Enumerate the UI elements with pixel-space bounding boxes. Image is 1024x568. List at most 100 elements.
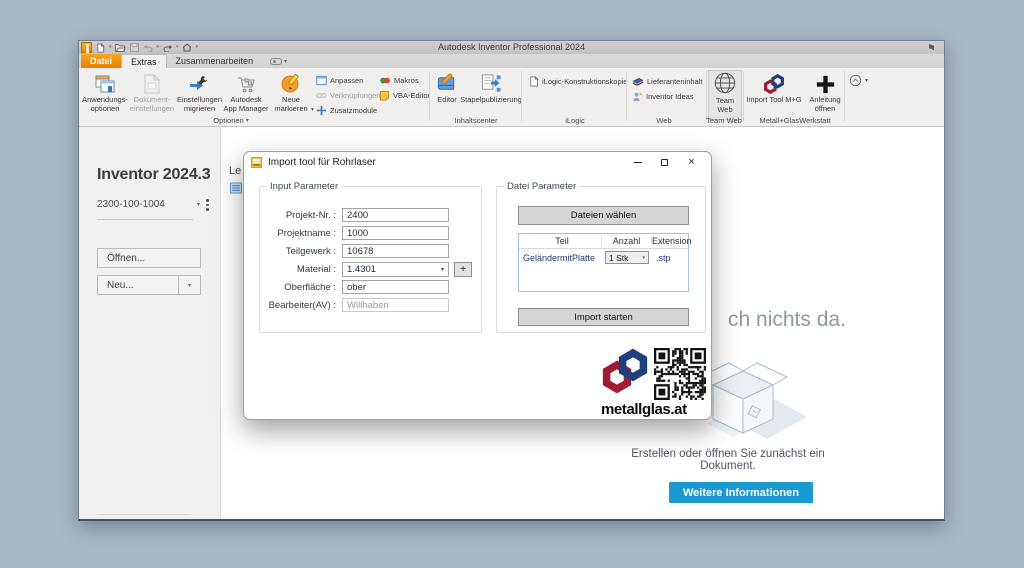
group-legend: Input Parameter bbox=[267, 181, 341, 192]
close-button[interactable]: × bbox=[678, 152, 705, 172]
button-zusatzmodule[interactable]: Zusatzmodule bbox=[316, 104, 377, 117]
button-label: Neue markieren bbox=[269, 96, 313, 113]
open-button[interactable]: Öffnen... bbox=[97, 248, 201, 268]
caret-down-icon: ▾ bbox=[865, 77, 868, 84]
logo-text: metallglas.at bbox=[601, 401, 687, 418]
ribbon-tabs: Datei Extras Zusammenarbeiten ▾ bbox=[79, 54, 944, 68]
field-label: Projektname : bbox=[260, 228, 340, 239]
teilgewerk-input[interactable] bbox=[342, 244, 449, 258]
field-row: Teilgewerk : bbox=[260, 244, 481, 258]
button-label: Lieferanteninhalt bbox=[647, 77, 702, 86]
version-title: Inventor 2024.3 bbox=[97, 166, 211, 184]
import-start-button[interactable]: Import starten bbox=[518, 308, 689, 326]
projektname-input[interactable] bbox=[342, 226, 449, 240]
button-anpassen[interactable]: Anpassen bbox=[316, 74, 363, 87]
migrate-settings-icon bbox=[189, 72, 210, 94]
input-parameter-group: Input Parameter Projekt-Nr. : Projektnam… bbox=[259, 186, 482, 333]
button-import-tool-mg[interactable]: Import Tool M+G bbox=[745, 72, 803, 116]
tab-zusammenarbeiten[interactable]: Zusammenarbeiten bbox=[167, 54, 263, 68]
recent-heading-fragment: Le bbox=[229, 165, 241, 177]
button-inventor-ideas[interactable]: Inventor Ideas bbox=[632, 90, 694, 103]
empty-state-hint: Erstellen oder öffnen Sie zunächst ein D… bbox=[612, 448, 844, 472]
button-editor[interactable]: Editor bbox=[433, 72, 461, 116]
caret-down-icon[interactable]: ▾ bbox=[311, 106, 314, 113]
group-separator bbox=[706, 71, 707, 121]
table-row[interactable]: GeländermitPlatte 1 Stk ▾ .stp bbox=[519, 249, 688, 266]
projekt-nr-input[interactable] bbox=[342, 208, 449, 222]
tab-extras[interactable]: Extras bbox=[121, 54, 167, 68]
group-label-ilogic: iLogic bbox=[565, 116, 585, 125]
button-lieferanteninhalt[interactable]: Lieferanteninhalt bbox=[632, 75, 702, 88]
quantity-value: 1 Stk bbox=[609, 253, 628, 263]
cell-teil: GeländermitPlatte bbox=[519, 253, 602, 263]
add-material-button[interactable]: + bbox=[454, 262, 472, 277]
globe-icon bbox=[713, 73, 737, 95]
choose-files-button[interactable]: Dateien wählen bbox=[518, 206, 689, 225]
quantity-combobox[interactable]: 1 Stk ▾ bbox=[605, 251, 649, 264]
batch-publish-icon bbox=[480, 72, 502, 94]
caret-down-icon: ▾ bbox=[188, 282, 191, 289]
ribbon: Anwendungs-optionen Dokument-einstellung… bbox=[79, 68, 944, 127]
import-start-label: Import starten bbox=[574, 312, 633, 323]
material-combobox[interactable]: 1.4301 ▾ bbox=[342, 262, 449, 277]
oberflaeche-input[interactable] bbox=[342, 280, 449, 294]
app-manager-icon bbox=[236, 72, 256, 94]
button-vba-editor[interactable]: VBA-Editor bbox=[379, 89, 430, 102]
project-name: 2300-100-1004 bbox=[97, 199, 197, 210]
minimize-button[interactable] bbox=[624, 152, 651, 172]
home-sidebar: Inventor 2024.3 2300-100-1004 ▾ Öffnen..… bbox=[79, 127, 221, 519]
button-label: iLogic-Konstruktionskopie bbox=[542, 77, 627, 86]
ribbon-pill-icon bbox=[270, 58, 282, 65]
vba-editor-icon bbox=[379, 90, 390, 101]
links-icon bbox=[316, 90, 327, 101]
button-makros[interactable]: Makros bbox=[379, 74, 419, 87]
button-dokumenteinstellungen: Dokument-einstellungen bbox=[128, 72, 176, 116]
button-team-web[interactable]: Team Web bbox=[708, 70, 742, 120]
maximize-button[interactable] bbox=[651, 152, 678, 172]
button-anleitung-oeffnen[interactable]: Anleitung öffnen bbox=[803, 72, 847, 116]
caret-down-icon: ▾ bbox=[642, 255, 645, 261]
field-label: Oberfläche : bbox=[260, 282, 340, 293]
group-separator bbox=[626, 71, 627, 121]
field-label: Material : bbox=[260, 264, 340, 275]
group-label-inhaltscenter: Inhaltscenter bbox=[455, 116, 498, 125]
panel-toggle[interactable]: ▾ bbox=[849, 74, 868, 87]
new-button[interactable]: Neu... ▾ bbox=[97, 275, 201, 295]
button-neue-markieren[interactable]: Neue markieren bbox=[269, 72, 313, 116]
dialog-titlebar[interactable]: Import tool für Rohrlaser × bbox=[244, 152, 711, 172]
new-button-dropdown[interactable]: ▾ bbox=[178, 276, 200, 294]
cell-extension: .stp bbox=[652, 253, 688, 263]
field-row: Projekt-Nr. : bbox=[260, 208, 481, 222]
kebab-menu-icon[interactable] bbox=[206, 199, 209, 211]
content-center-editor-icon bbox=[436, 72, 458, 94]
close-icon: × bbox=[688, 157, 694, 168]
button-verknuepfungen: Verknüpfungen bbox=[316, 89, 380, 102]
button-anwendungsoptionen[interactable]: Anwendungs-optionen bbox=[82, 72, 128, 116]
macros-icon bbox=[379, 75, 391, 86]
ribbon-display-toggle[interactable]: ▾ bbox=[270, 54, 287, 68]
new-button-label: Neu... bbox=[107, 280, 134, 291]
empty-state-title: ch nichts da. bbox=[728, 308, 846, 332]
list-view-icon[interactable] bbox=[230, 182, 242, 194]
button-label: Zusatzmodule bbox=[330, 106, 377, 115]
dialog-title: Import tool für Rohrlaser bbox=[268, 157, 376, 168]
tab-datei[interactable]: Datei bbox=[81, 54, 121, 68]
material-value: 1.4301 bbox=[347, 264, 376, 275]
button-label: VBA-Editor bbox=[393, 91, 430, 100]
minimize-icon bbox=[634, 162, 642, 163]
import-tool-mg-icon bbox=[763, 72, 785, 94]
button-stapelpublizierung[interactable]: Stapelpublizierung bbox=[463, 72, 519, 116]
button-einstellungen-migrieren[interactable]: Einstellungen migrieren bbox=[176, 72, 223, 116]
application-options-icon bbox=[95, 72, 115, 94]
button-ilogic-konstruktionskopie[interactable]: iLogic-Konstruktionskopie bbox=[528, 75, 627, 88]
button-autodesk-app-manager[interactable]: Autodesk App Manager bbox=[223, 72, 269, 116]
group-label-optionen[interactable]: Optionen ▾ bbox=[213, 116, 248, 125]
project-selector[interactable]: 2300-100-1004 ▾ bbox=[97, 199, 209, 211]
dialog-app-icon bbox=[251, 157, 262, 168]
bearbeiter-input[interactable] bbox=[342, 298, 449, 312]
hexagon-logo-icon bbox=[601, 348, 649, 394]
button-label: Makros bbox=[394, 76, 419, 85]
more-info-button[interactable]: Weitere Informationen bbox=[669, 482, 813, 503]
group-label-text: Optionen bbox=[213, 116, 243, 125]
customize-icon bbox=[316, 75, 327, 86]
